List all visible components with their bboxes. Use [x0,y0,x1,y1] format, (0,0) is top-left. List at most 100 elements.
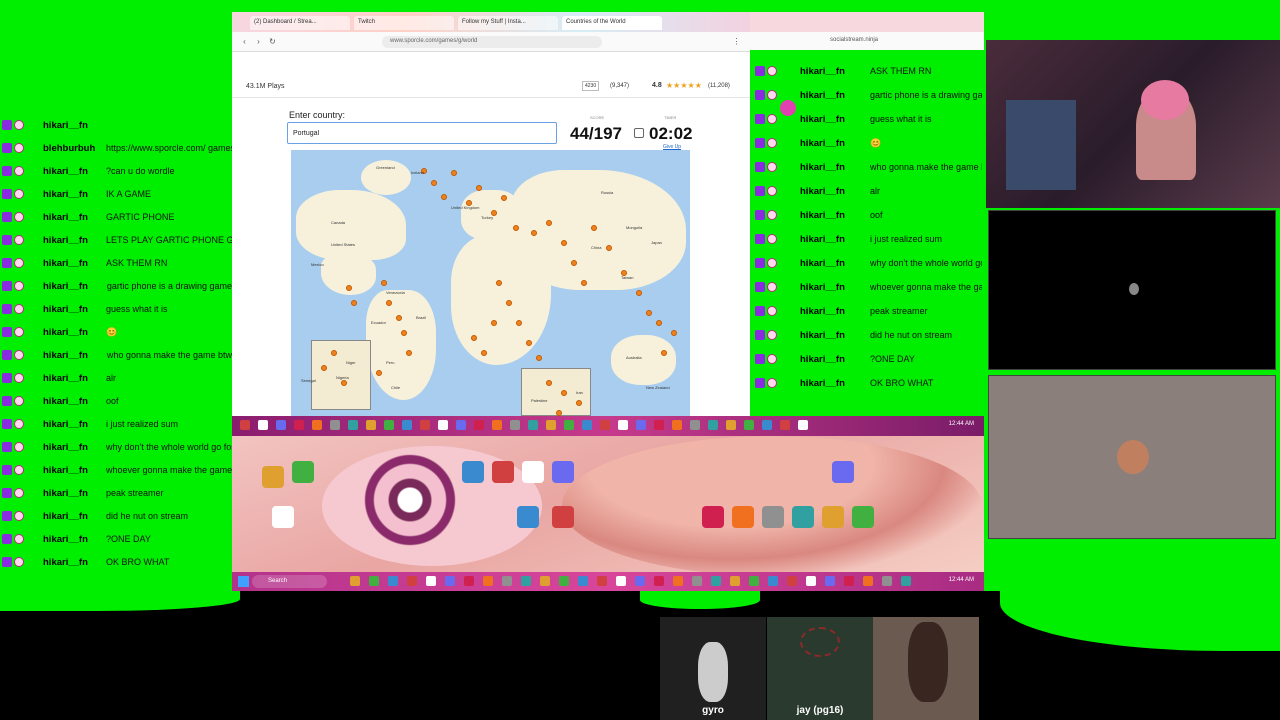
chat-username[interactable]: hikari__fn [43,166,88,177]
chat-username[interactable]: hikari__fn [43,120,88,131]
country-marker[interactable] [656,320,662,326]
country-marker[interactable] [481,350,487,356]
record-icon[interactable] [780,100,796,116]
taskbar-app-icon[interactable] [582,420,592,430]
taskbar-app-icon[interactable] [882,576,892,586]
chat-username[interactable]: hikari__fn [800,354,845,365]
tab-twitch[interactable]: Twitch [354,16,454,30]
desktop-shortcut-icon[interactable] [272,506,294,528]
taskbar-app-icon[interactable] [690,420,700,430]
country-marker[interactable] [471,335,477,341]
country-marker[interactable] [671,330,677,336]
country-marker[interactable] [406,350,412,356]
chat-username[interactable]: hikari__fn [43,488,88,499]
chat-username[interactable]: hikari__fn [43,281,88,292]
taskbar-app-icon[interactable] [528,420,538,430]
desktop-shortcut-icon[interactable] [762,506,784,528]
taskbar-app-icon[interactable] [330,420,340,430]
country-marker[interactable] [606,245,612,251]
desktop-shortcut-icon[interactable] [292,461,314,483]
taskbar-app-icon[interactable] [402,420,412,430]
desktop-shortcut-icon[interactable] [552,506,574,528]
country-marker[interactable] [546,220,552,226]
chat-username[interactable]: hikari__fn [43,350,88,361]
country-marker[interactable] [571,260,577,266]
desktop-shortcut-icon[interactable] [702,506,724,528]
country-marker[interactable] [506,300,512,306]
taskbar-app-icon[interactable] [559,576,569,586]
taskbar-app-icon[interactable] [844,576,854,586]
chat-username[interactable]: hikari__fn [43,189,88,200]
chat-username[interactable]: hikari__fn [800,234,845,245]
country-marker[interactable] [451,170,457,176]
country-marker[interactable] [546,380,552,386]
tab-follow[interactable]: Follow my Stuff | Insta... [458,16,558,30]
country-marker[interactable] [591,225,597,231]
chat-username[interactable]: hikari__fn [43,235,88,246]
country-marker[interactable] [386,300,392,306]
country-marker[interactable] [491,320,497,326]
country-marker[interactable] [321,365,327,371]
country-marker[interactable] [501,195,507,201]
desktop-shortcut-icon[interactable] [732,506,754,528]
taskbar-app-icon[interactable] [762,420,772,430]
taskbar-app-icon[interactable] [350,576,360,586]
country-marker[interactable] [536,355,542,361]
taskbar-app-icon[interactable] [654,420,664,430]
chat-username[interactable]: hikari__fn [43,258,88,269]
country-marker[interactable] [531,230,537,236]
tab-dashboard[interactable]: (2) Dashboard / Strea... [250,16,350,30]
tab-countries[interactable]: Countries of the World [562,16,662,30]
taskbar-app-icon[interactable] [420,420,430,430]
chat-username[interactable]: hikari__fn [43,373,88,384]
taskbar-app-icon[interactable] [483,576,493,586]
taskbar-app-icon[interactable] [780,420,790,430]
address-bar[interactable]: www.sporcle.com/games/g/world [382,36,602,48]
chat-username[interactable]: hikari__fn [800,114,845,125]
country-marker[interactable] [526,340,532,346]
chat-username[interactable]: hikari__fn [800,66,845,77]
country-marker[interactable] [636,290,642,296]
country-marker[interactable] [346,285,352,291]
taskbar-app-icon[interactable] [863,576,873,586]
desktop-shortcut-icon[interactable] [832,461,854,483]
taskbar-app-icon[interactable] [492,420,502,430]
menu-icon[interactable]: ⋮ [732,37,741,46]
taskbar-app-icon[interactable] [787,576,797,586]
taskbar-app-icon[interactable] [348,420,358,430]
taskbar-app-icon[interactable] [711,576,721,586]
taskbar-app-icon[interactable] [510,420,520,430]
taskbar-app-icon[interactable] [730,576,740,586]
taskbar-app-icon[interactable] [635,576,645,586]
country-marker[interactable] [661,350,667,356]
country-marker[interactable] [513,225,519,231]
country-marker[interactable] [431,180,437,186]
reload-icon[interactable]: ↻ [268,37,277,46]
taskbar-app-icon[interactable] [825,576,835,586]
chat-username[interactable]: hikari__fn [43,465,88,476]
desktop-shortcut-icon[interactable] [822,506,844,528]
taskbar-app-icon[interactable] [564,420,574,430]
comment-count[interactable]: 4230 [582,81,600,91]
country-marker[interactable] [396,315,402,321]
taskbar-app-icon[interactable] [654,576,664,586]
taskbar-app-icon[interactable] [240,420,250,430]
taskbar-app-icon[interactable] [578,576,588,586]
country-marker[interactable] [646,310,652,316]
taskbar-app-icon[interactable] [616,576,626,586]
country-marker[interactable] [331,350,337,356]
country-marker[interactable] [376,370,382,376]
taskbar-app-icon[interactable] [672,420,682,430]
pause-icon[interactable] [634,128,644,138]
taskbar-app-icon[interactable] [546,420,556,430]
taskbar-app-icon[interactable] [901,576,911,586]
taskbar-app-icon[interactable] [456,420,466,430]
chat-username[interactable]: hikari__fn [43,212,88,223]
taskbar-app-icon[interactable] [502,576,512,586]
taskbar-app-icon[interactable] [597,576,607,586]
chat-username[interactable]: hikari__fn [800,210,845,221]
chat-username[interactable]: hikari__fn [800,258,845,269]
chat-username[interactable]: hikari__fn [43,304,88,315]
taskbar-app-icon[interactable] [749,576,759,586]
chat-username[interactable]: hikari__fn [43,534,88,545]
